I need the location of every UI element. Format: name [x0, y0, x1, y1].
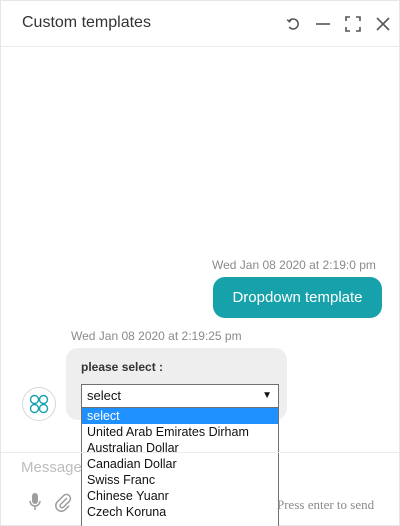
- composer-divider: [1, 452, 400, 453]
- select-option[interactable]: United Arab Emirates Dirham: [82, 424, 278, 440]
- attach-button[interactable]: [54, 492, 72, 512]
- maximize-button[interactable]: [343, 14, 363, 34]
- window-title: Custom templates: [22, 14, 151, 31]
- refresh-button[interactable]: [283, 14, 303, 34]
- incoming-timestamp: Wed Jan 08 2020 at 2:19:25 pm: [71, 329, 242, 343]
- select-option[interactable]: Swiss Franc: [82, 472, 278, 488]
- window-header: Custom templates: [1, 1, 400, 47]
- chat-window: Custom templates Wed Jan 08 2020 at 2:19: [0, 0, 400, 526]
- select-value: select: [87, 388, 121, 403]
- outgoing-message-bubble: Dropdown template: [213, 277, 382, 318]
- currency-select[interactable]: select ▼: [81, 384, 279, 408]
- select-option[interactable]: Canadian Dollar: [82, 456, 278, 472]
- microphone-button[interactable]: [26, 492, 44, 512]
- refresh-icon: [286, 18, 299, 30]
- select-prompt: please select :: [81, 360, 164, 374]
- select-option[interactable]: Chinese Yuanr: [82, 488, 278, 504]
- paperclip-icon: [55, 493, 72, 512]
- message-input[interactable]: Message: [21, 459, 82, 476]
- bot-logo-icon: [29, 394, 49, 414]
- minimize-icon: [316, 23, 330, 25]
- select-option[interactable]: Czech Koruna: [82, 504, 278, 520]
- select-option[interactable]: select: [82, 408, 278, 424]
- maximize-icon: [345, 16, 361, 32]
- send-hint: Press enter to send: [277, 497, 375, 512]
- microphone-icon: [29, 493, 41, 510]
- dropdown-arrow-icon: ▼: [262, 390, 272, 401]
- outgoing-timestamp: Wed Jan 08 2020 at 2:19:0 pm: [212, 258, 376, 272]
- close-button[interactable]: [373, 14, 393, 34]
- minimize-button[interactable]: [313, 14, 333, 34]
- close-icon: [376, 17, 390, 31]
- bot-avatar: [22, 387, 56, 421]
- select-option[interactable]: Australian Dollar: [82, 440, 278, 456]
- select-options-list: select United Arab Emirates Dirham Austr…: [81, 408, 279, 526]
